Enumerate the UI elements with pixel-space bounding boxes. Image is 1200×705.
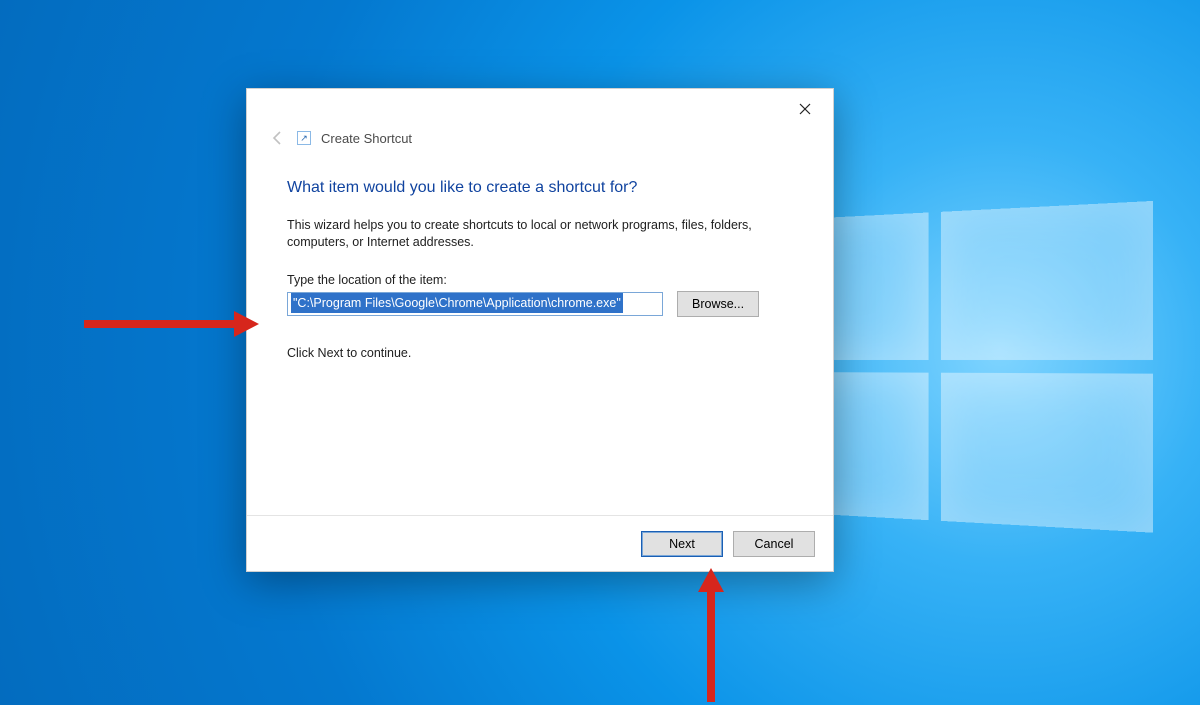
continue-hint: Click Next to continue. xyxy=(287,345,793,362)
dialog-footer: Next Cancel xyxy=(247,515,833,571)
location-input[interactable]: "C:\Program Files\Google\Chrome\Applicat… xyxy=(287,292,663,316)
shortcut-icon: ↗ xyxy=(297,131,311,145)
close-icon xyxy=(799,103,811,115)
dialog-content: What item would you like to create a sho… xyxy=(247,151,833,515)
cancel-button[interactable]: Cancel xyxy=(733,531,815,557)
back-arrow-icon xyxy=(269,129,287,147)
location-input-value: "C:\Program Files\Google\Chrome\Applicat… xyxy=(291,293,623,313)
close-button[interactable] xyxy=(783,94,827,124)
next-button[interactable]: Next xyxy=(641,531,723,557)
dialog-description: This wizard helps you to create shortcut… xyxy=(287,217,793,251)
browse-button[interactable]: Browse... xyxy=(677,291,759,317)
create-shortcut-dialog: ↗ Create Shortcut What item would you li… xyxy=(246,88,834,572)
dialog-title: Create Shortcut xyxy=(321,131,412,146)
annotation-arrow-left xyxy=(84,309,259,339)
dialog-headline: What item would you like to create a sho… xyxy=(287,179,793,197)
location-label: Type the location of the item: xyxy=(287,273,793,287)
dialog-header-row: ↗ Create Shortcut xyxy=(247,129,833,151)
annotation-arrow-bottom xyxy=(696,568,726,702)
dialog-titlebar xyxy=(247,89,833,129)
windows-logo-icon xyxy=(782,202,1139,519)
